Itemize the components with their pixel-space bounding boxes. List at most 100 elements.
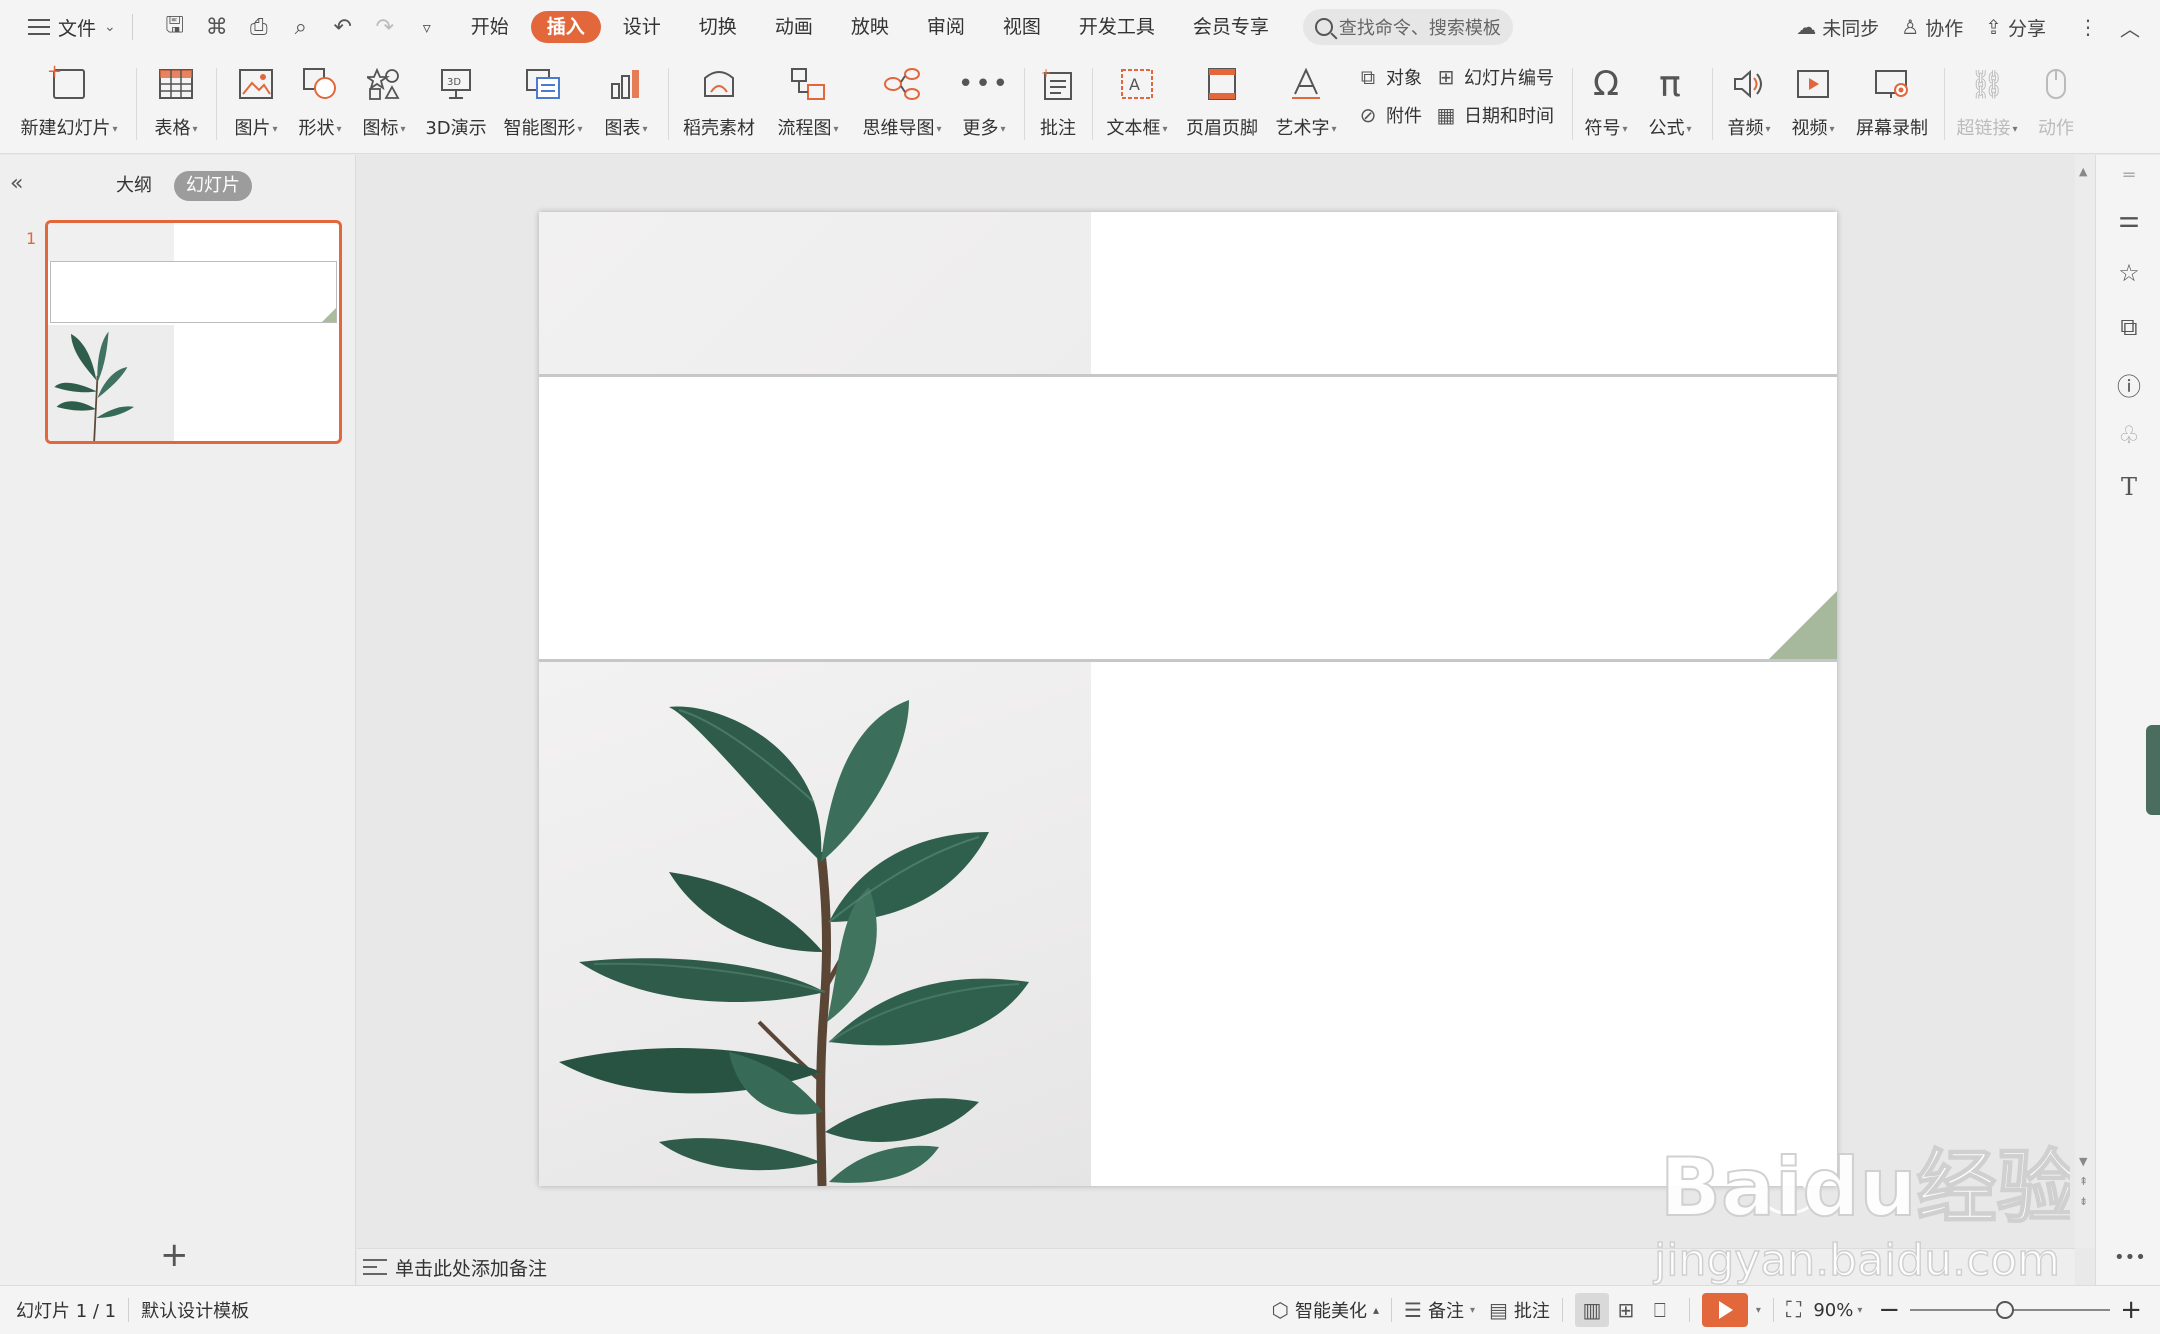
zoom-level[interactable]: 90% — [1813, 1300, 1853, 1321]
chart-button[interactable]: 图表 ▾ — [596, 60, 656, 148]
sync-button[interactable]: ☁ 未同步 — [1796, 14, 1879, 41]
help-icon[interactable]: ⓘ — [2114, 367, 2144, 402]
collaborate-button[interactable]: ♙ 协作 — [1901, 14, 1963, 41]
zoom-in-icon[interactable]: + — [2120, 1295, 2142, 1325]
top-left-photo-panel — [539, 212, 1091, 374]
sorter-view-button[interactable]: ⊞ — [1609, 1293, 1643, 1327]
action-button[interactable]: 动作 — [2034, 60, 2078, 148]
3d-demo-button[interactable]: 3D 3D演示 — [420, 60, 492, 148]
flowchart-button[interactable]: 流程图 ▾ — [774, 60, 842, 148]
print-icon[interactable]: ⎙ — [245, 15, 273, 40]
smartart-button[interactable]: 智能图形 ▾ — [500, 60, 586, 148]
tab-review[interactable]: 审阅 — [911, 11, 981, 43]
customize-toolbar-icon[interactable]: ▿ — [413, 18, 441, 37]
save-icon[interactable]: 🖫 — [161, 8, 189, 46]
tab-animations[interactable]: 动画 — [759, 11, 829, 43]
prev-slide-icon[interactable]: ⇞ — [2079, 1175, 2088, 1188]
reading-view-button[interactable]: ⎕ — [1643, 1293, 1677, 1327]
divider — [1024, 68, 1025, 140]
textbox-button[interactable]: A 文本框 ▾ — [1102, 60, 1172, 148]
undo-icon[interactable]: ↶ — [329, 15, 357, 40]
comment-button[interactable]: + 批注 — [1036, 60, 1080, 148]
video-label: 视频 — [1791, 118, 1828, 139]
notes-toggle-button[interactable]: ☰ 备注 ▾ — [1404, 1297, 1475, 1323]
header-footer-label: 页眉页脚 — [1186, 118, 1258, 139]
more-button[interactable]: ••• 更多 ▾ — [956, 60, 1012, 148]
format-painter-icon[interactable]: ⌘ — [203, 15, 231, 40]
play-slideshow-button[interactable] — [1701, 1293, 1748, 1327]
comment-toggle-button[interactable]: ▤ 批注 — [1489, 1297, 1550, 1323]
smart-beautify-button[interactable]: ⬡ 智能美化 ▴ — [1272, 1297, 1380, 1323]
tab-slides[interactable]: 幻灯片 — [174, 171, 252, 201]
zoom-dropdown-icon[interactable]: ▾ — [1857, 1305, 1862, 1316]
tab-transitions[interactable]: 切换 — [683, 11, 753, 43]
symbol-button[interactable]: Ω 符号 ▾ — [1584, 60, 1628, 148]
collapse-ribbon-icon[interactable]: ︿ — [2120, 13, 2140, 42]
collapse-panel-icon[interactable]: « — [10, 171, 23, 196]
header-footer-button[interactable]: 页眉页脚 — [1186, 60, 1258, 148]
fit-window-icon[interactable]: ⛶ — [1786, 1298, 1801, 1323]
scroll-up-icon[interactable]: ▲ — [2079, 165, 2087, 178]
tab-view[interactable]: 视图 — [987, 11, 1057, 43]
divider — [1561, 1298, 1563, 1322]
slide-number-button[interactable]: ⊞ 幻灯片编号 — [1434, 62, 1554, 92]
add-slide-icon[interactable]: + — [160, 1235, 189, 1275]
template-name[interactable]: 默认设计模板 — [141, 1297, 249, 1323]
more-icon[interactable]: ••• — [2114, 1247, 2146, 1268]
next-slide-icon[interactable]: ⇟ — [2079, 1195, 2088, 1208]
panel-handle[interactable] — [2146, 725, 2160, 815]
tab-developer[interactable]: 开发工具 — [1063, 11, 1171, 43]
play-options-icon[interactable]: ▾ — [1756, 1305, 1761, 1316]
title-band[interactable] — [539, 374, 1837, 662]
audio-button[interactable]: 音频 ▾ — [1724, 60, 1774, 148]
transition-icon[interactable]: ⧉ — [2114, 313, 2144, 341]
scroll-down-icon[interactable]: ▼ — [2079, 1155, 2087, 1168]
object-label: 对象 — [1386, 68, 1422, 89]
material-icon — [697, 62, 741, 106]
datetime-button[interactable]: ▦ 日期和时间 — [1434, 100, 1554, 130]
wordart-button[interactable]: 艺术字 ▾ — [1272, 60, 1340, 148]
video-button[interactable]: 视频 ▾ — [1788, 60, 1838, 148]
lightbulb-icon[interactable]: ♧ — [2114, 421, 2144, 449]
zoom-slider-knob[interactable] — [1996, 1301, 2015, 1319]
slide-thumbnail-panel: « 大纲 幻灯片 1 + — [0, 155, 356, 1285]
material-button[interactable]: 稻壳素材 — [680, 60, 758, 148]
plant-image[interactable] — [539, 662, 1091, 1186]
header-footer-icon — [1200, 62, 1244, 106]
print-preview-icon[interactable]: ⌕ — [287, 15, 315, 40]
file-menu[interactable]: 文件 ⌄ — [22, 7, 122, 47]
slide-thumbnail[interactable] — [45, 220, 342, 444]
notes-bar[interactable]: 单击此处添加备注 — [357, 1248, 2075, 1285]
table-button[interactable]: 表格 ▾ — [148, 60, 204, 148]
vertical-scrollbar[interactable]: ▲ ▼ ⇞ ⇟ — [2075, 155, 2095, 1248]
tab-home[interactable]: 开始 — [455, 11, 525, 43]
command-search-input[interactable]: 查找命令、搜索模板 — [1302, 9, 1513, 45]
leaf — [821, 700, 909, 862]
object-button[interactable]: ⧉ 对象 — [1356, 62, 1422, 92]
normal-view-button[interactable]: ▥ — [1574, 1293, 1609, 1327]
text-icon[interactable]: T — [2114, 473, 2144, 501]
speaker-icon — [1727, 62, 1771, 106]
tab-outline[interactable]: 大纲 — [104, 171, 164, 201]
shape-button[interactable]: 形状 ▾ — [292, 60, 348, 148]
icon-button[interactable]: 图标 ▾ — [356, 60, 412, 148]
zoom-out-icon[interactable]: − — [1878, 1295, 1900, 1325]
share-button[interactable]: ⇪ 分享 — [1985, 14, 2046, 41]
more-options-icon[interactable]: ⋮ — [2078, 15, 2098, 39]
tab-design[interactable]: 设计 — [607, 11, 677, 43]
picture-button[interactable]: 图片 ▾ — [228, 60, 284, 148]
adjust-icon[interactable]: ⚌ — [2114, 205, 2144, 233]
mindmap-button[interactable]: 思维导图 ▾ — [858, 60, 946, 148]
tab-insert[interactable]: 插入 — [530, 11, 601, 43]
attachment-button[interactable]: ⊘ 附件 — [1356, 100, 1422, 130]
tab-member[interactable]: 会员专享 — [1177, 11, 1285, 43]
slide[interactable] — [539, 212, 1837, 1186]
tab-slideshow[interactable]: 放映 — [835, 11, 905, 43]
zoom-slider[interactable] — [1910, 1301, 2111, 1319]
new-slide-button[interactable]: + 新建幻灯片 ▾ — [14, 60, 124, 148]
star-icon[interactable]: ☆ — [2114, 259, 2144, 287]
redo-icon[interactable]: ↷ — [371, 15, 399, 40]
hyperlink-button[interactable]: ⛓ 超链接 ▾ — [1956, 60, 2018, 148]
formula-button[interactable]: π 公式 ▾ — [1648, 60, 1692, 148]
screen-record-button[interactable]: 屏幕录制 — [1854, 60, 1930, 148]
